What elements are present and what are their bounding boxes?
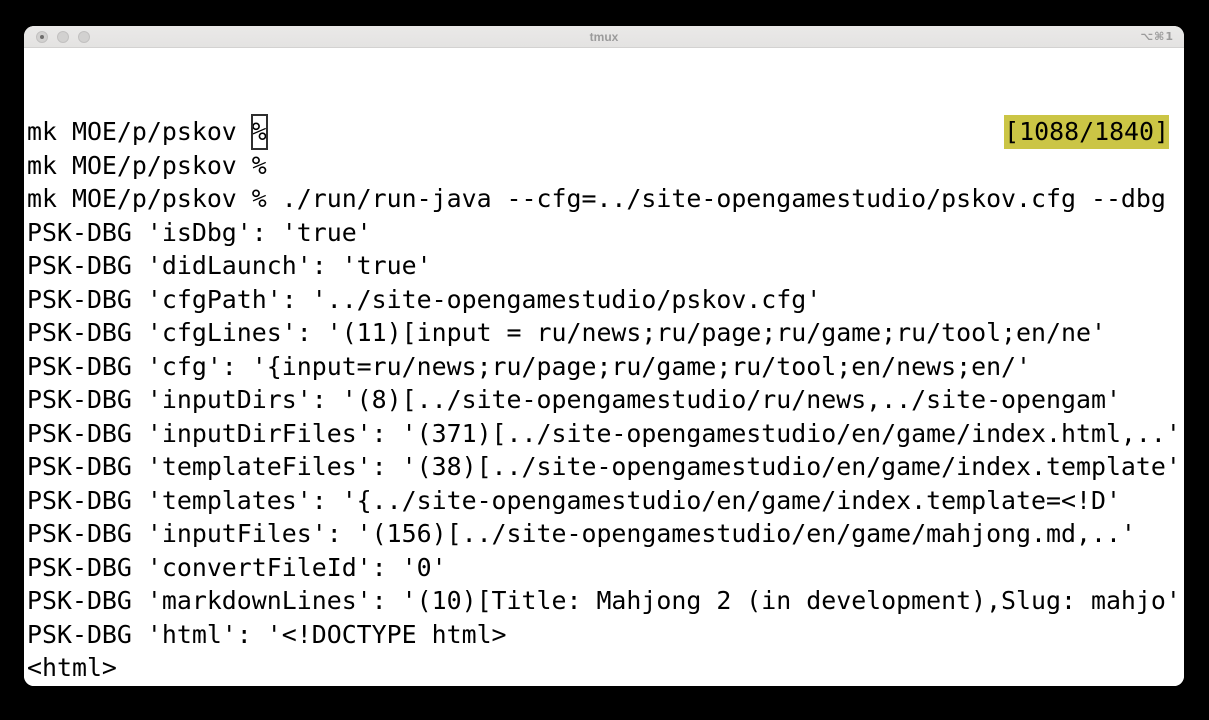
minimize-button[interactable] (57, 31, 69, 43)
text-segment: PSK-DBG 'cfg': '{input=ru/news;ru/page;r… (27, 352, 1031, 381)
debug-output-line: PSK-DBG 'templateFiles': '(38)[../site-o… (27, 450, 1184, 484)
text-segment: PSK-DBG 'html': '<!DOCTYPE html> (27, 620, 507, 649)
traffic-lights (36, 26, 90, 47)
debug-output-line: PSK-DBG 'isDbg': 'true' (27, 216, 1184, 250)
html-output-line: <meta charset="utf-8"> (27, 685, 1184, 687)
window-title: tmux (24, 30, 1184, 44)
text-segment: PSK-DBG 'cfgPath': '../site-opengamestud… (27, 285, 821, 314)
copy-mode-position-indicator: [1088/1840] (1004, 115, 1169, 149)
close-button-dot (40, 35, 44, 39)
terminal-window: tmux ⌥⌘1 mk MOE/p/pskov %[1088/1840]mk M… (24, 26, 1184, 686)
text-segment: PSK-DBG 'inputDirs': '(8)[../site-openga… (27, 385, 1121, 414)
text-segment: PSK-DBG 'isDbg': 'true' (27, 218, 372, 247)
debug-output-line: PSK-DBG 'templates': '{../site-opengames… (27, 484, 1184, 518)
terminal-lines: mk MOE/p/pskov %[1088/1840]mk MOE/p/psko… (27, 115, 1184, 686)
text-segment: <html> (27, 653, 117, 682)
text-segment: PSK-DBG 'templateFiles': '(38)[../site-o… (27, 452, 1181, 481)
text-segment: PSK-DBG 'templates': '{../site-opengames… (27, 486, 1121, 515)
debug-output-line: PSK-DBG 'cfgPath': '../site-opengamestud… (27, 283, 1184, 317)
debug-output-line: PSK-DBG 'inputDirFiles': '(371)[../site-… (27, 417, 1184, 451)
prompt-line-with-cursor: mk MOE/p/pskov % [1088/1840] (27, 115, 1184, 149)
debug-output-line: PSK-DBG 'convertFileId': '0' (27, 551, 1184, 585)
html-output-line: <html> (27, 651, 1184, 685)
debug-output-line: PSK-DBG 'inputDirs': '(8)[../site-openga… (27, 383, 1184, 417)
text-segment: PSK-DBG 'cfgLines': '(11)[input = ru/new… (27, 318, 1106, 347)
debug-output-line: PSK-DBG 'inputFiles': '(156)[../site-ope… (27, 517, 1184, 551)
shell-prompt: mk MOE/p/pskov % (27, 151, 267, 180)
text-segment: PSK-DBG 'convertFileId': '0' (27, 553, 447, 582)
text-segment: PSK-DBG 'markdownLines': '(10)[Title: Ma… (27, 586, 1181, 615)
zoom-button[interactable] (78, 31, 90, 43)
debug-output-line: PSK-DBG 'didLaunch': 'true' (27, 249, 1184, 283)
prompt-line: mk MOE/p/pskov % (27, 149, 1184, 183)
debug-output-line: PSK-DBG 'html': '<!DOCTYPE html> (27, 618, 1184, 652)
close-button[interactable] (36, 31, 48, 43)
text-segment: PSK-DBG 'inputFiles': '(156)[../site-ope… (27, 519, 1136, 548)
text-segment: PSK-DBG 'didLaunch': 'true' (27, 251, 432, 280)
command-line: mk MOE/p/pskov % ./run/run-java --cfg=..… (27, 182, 1184, 216)
terminal-content[interactable]: mk MOE/p/pskov %[1088/1840]mk MOE/p/psko… (24, 48, 1184, 686)
window-shortcut-label: ⌥⌘1 (1140, 26, 1174, 47)
terminal-cursor: % (252, 115, 267, 149)
shell-prompt: mk MOE/p/pskov (27, 117, 252, 146)
shell-command: mk MOE/p/pskov % ./run/run-java --cfg=..… (27, 184, 1166, 213)
text-segment: PSK-DBG 'inputDirFiles': '(371)[../site-… (27, 419, 1181, 448)
window-titlebar[interactable]: tmux ⌥⌘1 (24, 26, 1184, 48)
debug-output-line: PSK-DBG 'cfgLines': '(11)[input = ru/new… (27, 316, 1184, 350)
desktop-background: tmux ⌥⌘1 mk MOE/p/pskov %[1088/1840]mk M… (0, 0, 1209, 720)
debug-output-line: PSK-DBG 'cfg': '{input=ru/news;ru/page;r… (27, 350, 1184, 384)
debug-output-line: PSK-DBG 'markdownLines': '(10)[Title: Ma… (27, 584, 1184, 618)
